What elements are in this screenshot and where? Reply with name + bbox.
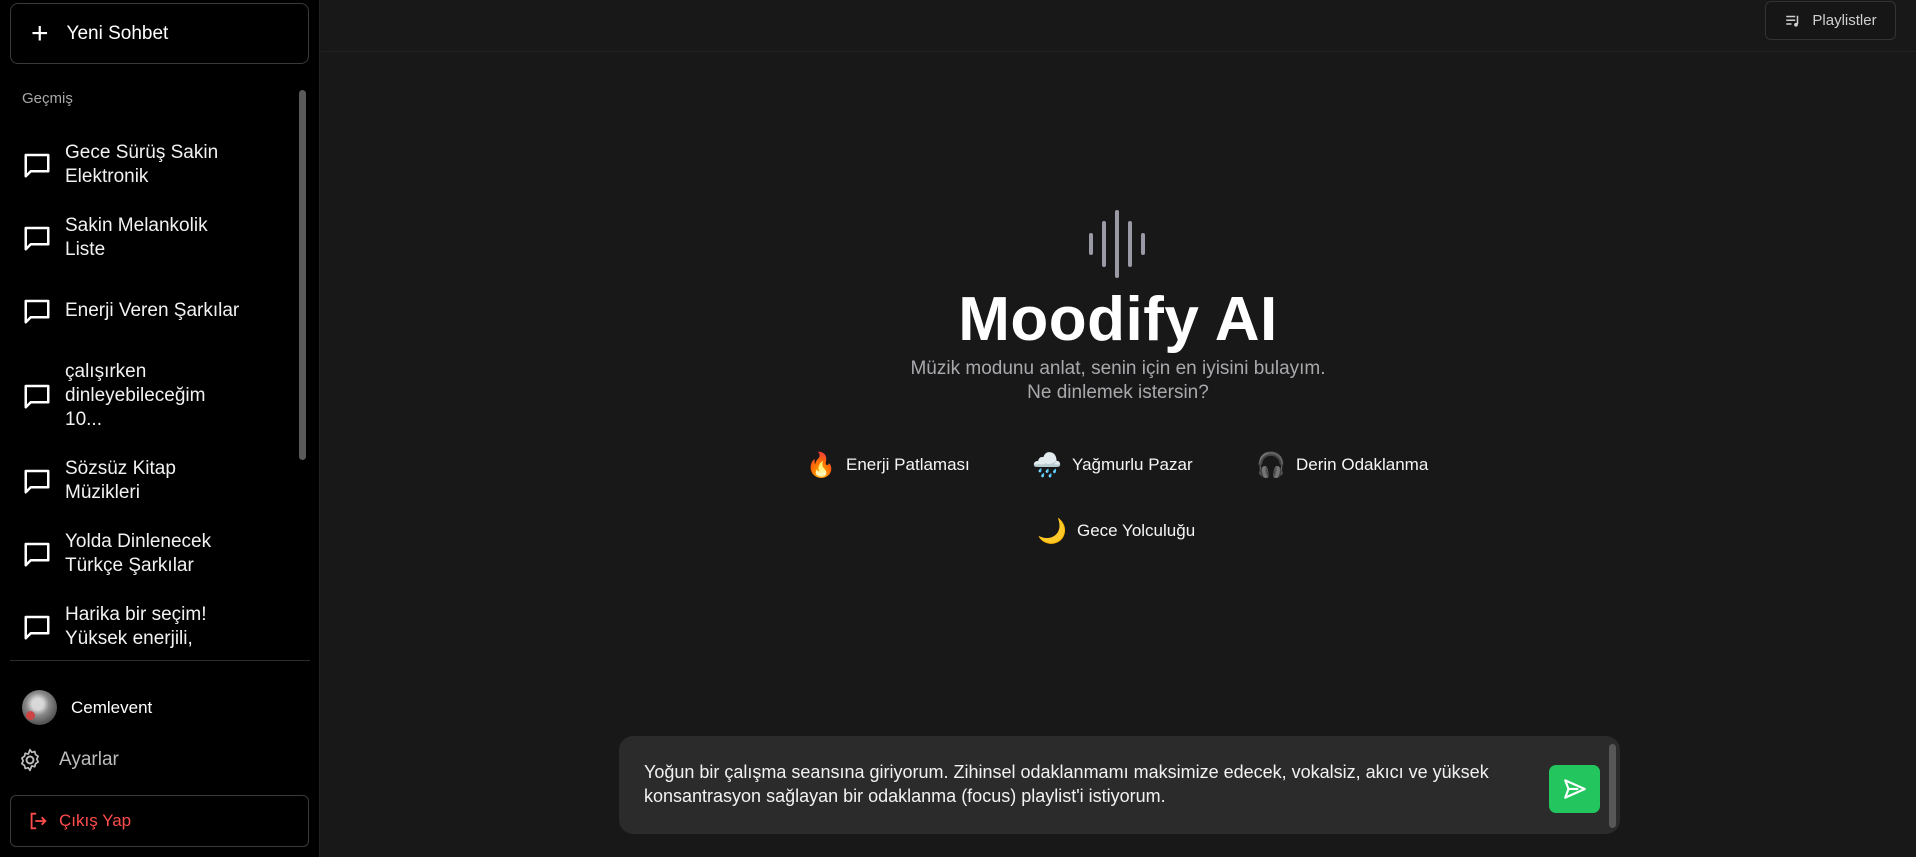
message-input[interactable]: Yoğun bir çalışma seansına giriyorum. Zi… — [644, 760, 1524, 808]
new-chat-button[interactable]: + Yeni Sohbet — [10, 3, 309, 64]
suggestion-label: Derin Odaklanma — [1296, 455, 1429, 474]
moon-icon: 🌙 — [1037, 517, 1067, 545]
user-name: Cemlevent — [71, 697, 153, 717]
history-item[interactable]: Yolda Dinlenecek Türkçe Şarkılar — [0, 517, 300, 590]
history-item[interactable]: Harika bir seçim! Yüksek enerjili, — [0, 590, 300, 663]
history-item[interactable]: Gece Sürüş Sakin Elektronik — [0, 128, 300, 201]
suggestion-label: Gece Yolculuğu — [1077, 521, 1196, 540]
send-button[interactable] — [1549, 765, 1600, 813]
message-composer[interactable]: Yoğun bir çalışma seansına giriyorum. Zi… — [619, 736, 1620, 834]
history-item-label: Harika bir seçim! Yüksek enerjili, — [65, 603, 207, 649]
history-item-label: Gece Sürüş Sakin Elektronik — [65, 141, 219, 187]
send-icon — [1563, 779, 1586, 799]
headphones-icon: 🎧 — [1256, 451, 1286, 479]
new-chat-label: Yeni Sohbet — [66, 22, 169, 44]
suggestion-night-drive[interactable]: 🌙 Gece Yolculuğu — [1037, 514, 1195, 548]
chat-bubble-icon — [24, 226, 50, 250]
logout-icon — [30, 812, 47, 830]
chat-bubble-icon — [24, 542, 50, 566]
settings-button[interactable]: Ayarlar — [17, 747, 119, 773]
user-profile[interactable]: Cemlevent — [22, 690, 152, 725]
logout-label: Çıkış Yap — [59, 811, 132, 830]
suggestion-label: Enerji Patlaması — [846, 455, 970, 474]
plus-icon: + — [31, 16, 49, 50]
suggestion-label: Yağmurlu Pazar — [1072, 455, 1193, 474]
chat-bubble-icon — [24, 469, 50, 493]
logout-button[interactable]: Çıkış Yap — [10, 795, 309, 847]
chat-bubble-icon — [24, 153, 50, 177]
rain-cloud-icon: 🌧️ — [1032, 451, 1062, 479]
subtitle-line-1: Müzik modunu anlat, senin için en iyisin… — [910, 358, 1326, 379]
gear-icon — [21, 748, 39, 772]
history-item[interactable]: Sözsüz Kitap Müzikleri — [0, 444, 300, 517]
history-item[interactable]: Sakin Melankolik Liste — [0, 201, 300, 274]
sidebar-divider — [10, 660, 310, 661]
suggestion-deep-focus[interactable]: 🎧 Derin Odaklanma — [1256, 448, 1428, 482]
top-bar: Playlistler — [321, 0, 1916, 52]
suggestion-energy[interactable]: 🔥 Enerji Patlaması — [806, 448, 970, 482]
suggestion-rainy-sunday[interactable]: 🌧️ Yağmurlu Pazar — [1032, 448, 1193, 482]
history-item-label: Sakin Melankolik Liste — [65, 214, 208, 260]
app-subtitle: Müzik modunu anlat, senin için en iyisin… — [0, 357, 1916, 405]
avatar — [22, 690, 57, 725]
sound-wave-icon — [1089, 210, 1145, 278]
history-item-label: Sözsüz Kitap Müzikleri — [65, 457, 176, 503]
history-title: Geçmiş — [22, 90, 73, 107]
playlists-button[interactable]: Playlistler — [1765, 1, 1896, 40]
fire-icon: 🔥 — [806, 451, 836, 479]
chat-bubble-icon — [24, 615, 50, 639]
app-title: Moodify AI — [958, 285, 1278, 354]
playlist-icon — [1786, 15, 1799, 27]
settings-label: Ayarlar — [59, 749, 119, 770]
history-item-label: Yolda Dinlenecek Türkçe Şarkılar — [65, 530, 212, 576]
sidebar: + Yeni Sohbet Geçmiş Gece Sürüş Sakin El… — [0, 0, 320, 857]
subtitle-line-2: Ne dinlemek istersin? — [1027, 382, 1209, 403]
composer-scrollbar[interactable] — [1609, 744, 1616, 828]
playlists-label: Playlistler — [1812, 12, 1877, 29]
